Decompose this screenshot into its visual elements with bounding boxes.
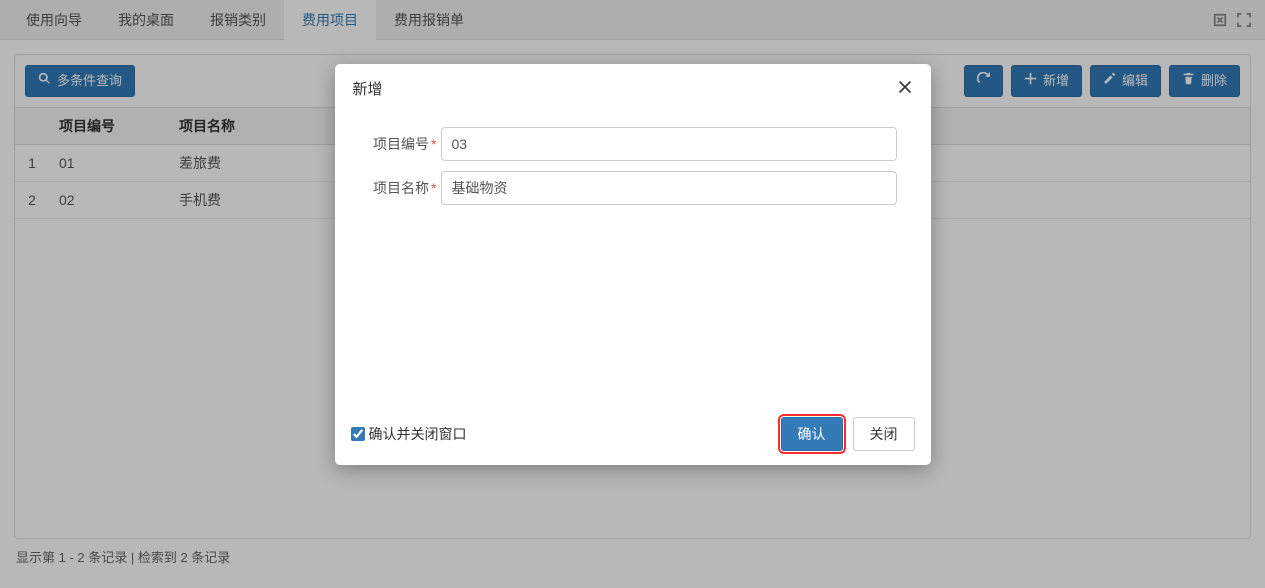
confirm-button[interactable]: 确认 xyxy=(781,417,843,451)
required-mark: * xyxy=(431,180,436,196)
confirm-close-checkbox-label[interactable]: 确认并关闭窗口 xyxy=(351,424,467,444)
modal-header: 新增 xyxy=(335,64,931,107)
input-item-code[interactable] xyxy=(441,127,897,161)
label-name: 项目名称* xyxy=(369,178,441,198)
close-icon[interactable] xyxy=(897,79,913,98)
confirm-close-text: 确认并关闭窗口 xyxy=(369,424,467,444)
modal-footer: 确认并关闭窗口 确认 关闭 xyxy=(335,407,931,465)
modal-title: 新增 xyxy=(353,78,383,99)
close-button[interactable]: 关闭 xyxy=(853,417,915,451)
required-mark: * xyxy=(431,136,436,152)
modal-actions: 确认 关闭 xyxy=(781,417,915,451)
input-item-name[interactable] xyxy=(441,171,897,205)
add-modal: 新增 项目编号* 项目名称* 确认并关闭窗口 确认 关闭 xyxy=(335,64,931,465)
form-row-name: 项目名称* xyxy=(369,171,897,205)
label-code: 项目编号* xyxy=(369,134,441,154)
modal-body: 项目编号* 项目名称* xyxy=(335,107,931,407)
form-row-code: 项目编号* xyxy=(369,127,897,161)
confirm-close-checkbox[interactable] xyxy=(351,427,365,441)
